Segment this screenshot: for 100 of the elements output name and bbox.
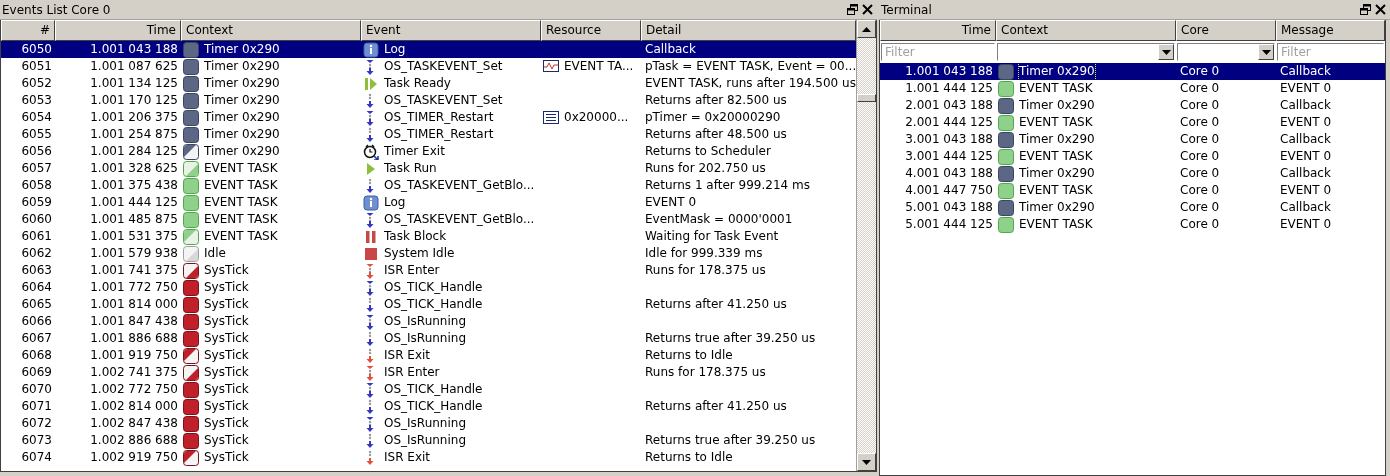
table-cell-text: Returns after 82.500 us <box>644 92 788 109</box>
table-row[interactable]: 6064 1.001 772 750 SysTick OS_TICK_Handle <box>1 279 856 296</box>
scrollbar[interactable] <box>856 20 876 471</box>
table-cell-text: 6054 <box>20 109 53 126</box>
table-cell: OS_IsRunning <box>384 330 467 347</box>
table-cell: Task Block <box>384 228 447 245</box>
table-row[interactable]: 6052 1.001 134 125 Timer 0x290 Task Ready EVENT TASK, runs after 194.500 us <box>1 75 856 92</box>
table-cell-text: 1.001 772 750 <box>89 279 179 296</box>
table-cell-text: EVENT 0 <box>644 194 698 211</box>
context-icon <box>183 245 199 262</box>
table-cell-text: Waiting for Task Event <box>644 228 780 245</box>
table-cell-text: 6062 <box>20 245 53 262</box>
scroll-down-button[interactable] <box>857 453 876 471</box>
table-row[interactable]: 6065 1.001 814 000 SysTick OS_TICK_Handle Returns after 41.250 us <box>1 296 856 313</box>
table-row[interactable]: 6056 1.001 284 125 Timer 0x290 Timer Exit Returns to Scheduler <box>1 143 856 160</box>
table-cell-text: Core 0 <box>1179 131 1221 148</box>
float-icon[interactable] <box>847 4 858 15</box>
table-row[interactable]: 6051 1.001 087 625 Timer 0x290 OS_TASKEVENT_Set EVENT TA... pTask = EVENT TASK, Event = 00... <box>1 58 856 75</box>
table-cell-text: Returns true after 39.250 us <box>644 432 817 449</box>
table-cell-text: Core 0 <box>1179 199 1221 216</box>
table-cell: Timer 0x290 <box>1019 165 1095 182</box>
table-row[interactable]: 6068 1.001 919 750 SysTick ISR Exit Returns to Idle <box>1 347 856 364</box>
column-header[interactable]: Event <box>361 20 541 41</box>
column-header[interactable]: Message <box>1276 20 1385 41</box>
table-cell-text: 6068 <box>20 347 53 364</box>
table-cell: Task Ready <box>384 75 451 92</box>
column-header[interactable]: Time <box>55 20 181 41</box>
table-row[interactable]: 3.001 043 188 Timer 0x290 Core 0 Callback <box>880 131 1385 148</box>
context-icon <box>183 177 199 194</box>
context-icon <box>998 148 1014 165</box>
table-cell-text: 1.001 043 188 <box>904 63 994 80</box>
close-icon[interactable] <box>1375 4 1386 15</box>
table-row[interactable]: 6059 1.001 444 125 EVENT TASK Log EVENT 0 <box>1 194 856 211</box>
table-cell-text: pTimer = 0x20000290 <box>644 109 782 126</box>
table-row[interactable]: 3.001 444 125 EVENT TASK Core 0 EVENT 0 <box>880 148 1385 165</box>
table-cell-text: 1.002 919 750 <box>89 449 179 466</box>
table-cell: SysTick <box>204 432 249 449</box>
table-row[interactable]: 6066 1.001 847 438 SysTick OS_IsRunning <box>1 313 856 330</box>
column-header[interactable]: Context <box>181 20 361 41</box>
table-cell-text: Core 0 <box>1179 114 1221 131</box>
table-cell: 0x20000... <box>564 109 629 126</box>
table-cell-text: Core 0 <box>1179 148 1221 165</box>
table-cell: Timer 0x290 <box>204 41 280 58</box>
table-cell: Log <box>384 41 406 58</box>
table-row[interactable]: 6050 1.001 043 188 Timer 0x290 Log Callback <box>1 41 856 58</box>
filter-field[interactable]: Filter <box>881 43 995 61</box>
column-header[interactable]: Core <box>1176 20 1276 41</box>
table-row[interactable]: 5.001 444 125 EVENT TASK Core 0 EVENT 0 <box>880 216 1385 233</box>
context-icon <box>183 262 199 279</box>
table-row[interactable]: 4.001 447 750 EVENT TASK Core 0 EVENT 0 <box>880 182 1385 199</box>
table-cell: OS_TASKEVENT_GetBlo... <box>384 211 535 228</box>
column-header[interactable]: Time <box>880 20 996 41</box>
table-row[interactable]: 6053 1.001 170 125 Timer 0x290 OS_TASKEVENT_Set Returns after 82.500 us <box>1 92 856 109</box>
column-header[interactable]: Resource <box>541 20 641 41</box>
close-icon[interactable] <box>862 4 873 15</box>
table-row[interactable]: 6055 1.001 254 875 Timer 0x290 OS_TIMER_Restart Returns after 48.500 us <box>1 126 856 143</box>
table-row[interactable]: 1.001 444 125 EVENT TASK Core 0 EVENT 0 <box>880 80 1385 97</box>
info-icon <box>363 41 379 58</box>
table-cell-text: EVENT 0 <box>1279 182 1333 199</box>
filter-dropdown[interactable] <box>1177 43 1275 61</box>
table-cell-text: Core 0 <box>1179 97 1221 114</box>
table-row[interactable]: 6054 1.001 206 375 Timer 0x290 OS_TIMER_Restart 0x20000... pTimer = 0x20000290 <box>1 109 856 126</box>
table-row[interactable]: 6061 1.001 531 375 EVENT TASK Task Block Waiting for Task Event <box>1 228 856 245</box>
filter-field[interactable]: Filter <box>1277 43 1384 61</box>
table-cell: EVENT TA... <box>564 58 634 75</box>
table-row[interactable]: 6072 1.002 847 438 SysTick OS_IsRunning <box>1 415 856 432</box>
table-cell: SysTick <box>204 415 249 432</box>
scrollbar-thumb[interactable] <box>857 94 876 102</box>
table-row[interactable]: 6071 1.002 814 000 SysTick OS_TICK_Handle Returns after 41.250 us <box>1 398 856 415</box>
table-cell: EVENT TASK <box>1019 80 1093 97</box>
table-row[interactable]: 6063 1.001 741 375 SysTick ISR Enter Runs for 178.375 us <box>1 262 856 279</box>
column-header[interactable]: Context <box>996 20 1176 41</box>
scroll-up-button[interactable] <box>857 20 876 38</box>
context-icon <box>183 330 199 347</box>
table-row[interactable]: 6062 1.001 579 938 Idle System Idle Idle for 999.339 ms <box>1 245 856 262</box>
table-cell: OS_TASKEVENT_Set <box>384 92 503 109</box>
table-row[interactable]: 5.001 043 188 Timer 0x290 Core 0 Callback <box>880 199 1385 216</box>
table-row[interactable]: 6069 1.002 741 375 SysTick ISR Enter Runs for 178.375 us <box>1 364 856 381</box>
table-row[interactable]: 6074 1.002 919 750 SysTick ISR Exit Returns to Idle <box>1 449 856 466</box>
table-row[interactable]: 1.001 043 188 Timer 0x290 Core 0 Callback <box>880 63 1385 80</box>
table-row[interactable]: 6060 1.001 485 875 EVENT TASK OS_TASKEVENT_GetBlo... EventMask = 0000'0001 <box>1 211 856 228</box>
table-row[interactable]: 2.001 444 125 EVENT TASK Core 0 EVENT 0 <box>880 114 1385 131</box>
column-header[interactable]: # <box>1 20 55 41</box>
table-cell: Timer 0x290 <box>204 92 280 109</box>
table-cell-text: Returns to Idle <box>644 449 734 466</box>
table-row[interactable]: 6067 1.001 886 688 SysTick OS_IsRunning Returns true after 39.250 us <box>1 330 856 347</box>
table-cell-text: 2.001 444 125 <box>904 114 994 131</box>
table-row[interactable]: 6058 1.001 375 438 EVENT TASK OS_TASKEVENT_GetBlo... Returns 1 after 999.214 ms <box>1 177 856 194</box>
table-cell-text: 6052 <box>20 75 53 92</box>
table-cell: EVENT TASK <box>1019 114 1093 131</box>
column-header[interactable]: Detail <box>641 20 856 41</box>
context-icon <box>998 199 1014 216</box>
table-row[interactable]: 6073 1.002 886 688 SysTick OS_IsRunning Returns true after 39.250 us <box>1 432 856 449</box>
table-row[interactable]: 4.001 043 188 Timer 0x290 Core 0 Callback <box>880 165 1385 182</box>
table-row[interactable]: 2.001 043 188 Timer 0x290 Core 0 Callback <box>880 97 1385 114</box>
table-row[interactable]: 6057 1.001 328 625 EVENT TASK Task Run Runs for 202.750 us <box>1 160 856 177</box>
float-icon[interactable] <box>1360 4 1371 15</box>
table-cell: OS_TICK_Handle <box>384 398 483 415</box>
context-icon <box>183 415 199 432</box>
table-row[interactable]: 6070 1.002 772 750 SysTick OS_TICK_Handle <box>1 381 856 398</box>
